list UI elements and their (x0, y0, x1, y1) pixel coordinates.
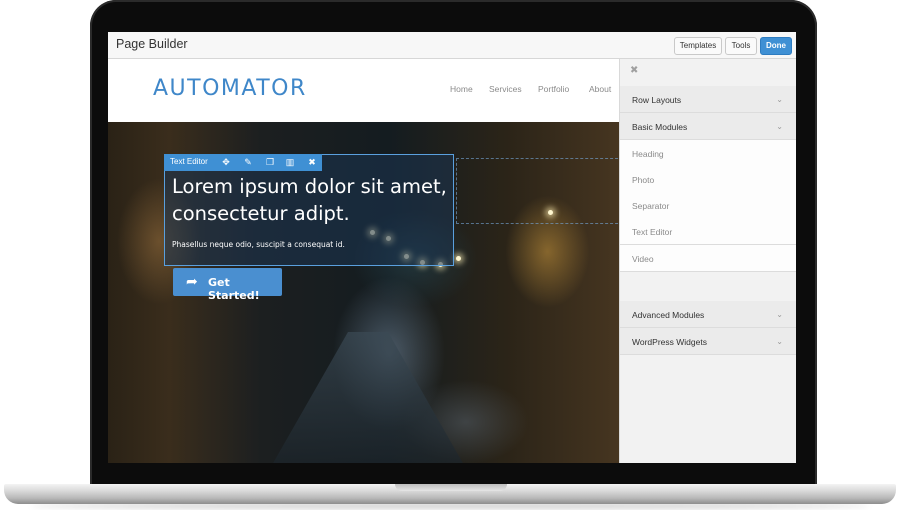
chevron-down-icon: ⌄ (776, 95, 783, 104)
nav-services[interactable]: Services (489, 84, 522, 94)
close-icon[interactable]: ✖ (306, 156, 318, 168)
wrench-icon[interactable]: ✎ (242, 156, 254, 168)
nav-home[interactable]: Home (450, 84, 473, 94)
module-label: Text Editor (170, 157, 208, 166)
site-logo[interactable]: AUTOMATOR (153, 76, 307, 101)
hero-headline: Lorem ipsum dolor sit amet, consectetur … (172, 175, 447, 225)
panel-close-icon[interactable]: ✖ (630, 65, 638, 76)
module-toolbar: Text Editor ✥ ✎ ❐ ▥ ✖ (164, 154, 322, 171)
page-preview: AUTOMATOR Home Services Portfolio About … (108, 59, 619, 463)
laptop-notch (395, 484, 507, 491)
share-arrow-icon: ➦ (186, 273, 198, 289)
duplicate-icon[interactable]: ❐ (264, 156, 276, 168)
section-wordpress-widgets[interactable]: WordPress Widgets ⌄ (620, 328, 796, 355)
module-item-heading[interactable]: Heading (620, 140, 796, 167)
cta-label: Get Started! (208, 276, 260, 302)
hero-subline: Phasellus neque odio, suscipit a consequ… (172, 240, 345, 249)
module-item-text-editor[interactable]: Text Editor (620, 218, 796, 245)
module-drop-outline (456, 158, 619, 224)
templates-button[interactable]: Templates (674, 37, 722, 55)
builder-title: Page Builder (116, 37, 188, 51)
chevron-down-icon: ⌄ (776, 337, 783, 346)
laptop-screen: Page Builder Templates Tools Done AUTOMA… (108, 32, 796, 463)
modules-panel: ✖ Row Layouts ⌄ Basic Modules ⌄ Heading … (619, 59, 796, 463)
tools-button[interactable]: Tools (725, 37, 757, 55)
nav-about[interactable]: About (589, 84, 611, 94)
street-lamp (456, 256, 461, 261)
get-started-button[interactable]: ➦ Get Started! (173, 268, 282, 302)
move-icon[interactable]: ✥ (220, 156, 232, 168)
done-button[interactable]: Done (760, 37, 792, 55)
chevron-down-icon: ⌄ (776, 122, 783, 131)
module-item-separator[interactable]: Separator (620, 192, 796, 219)
site-header: AUTOMATOR Home Services Portfolio About (108, 59, 619, 122)
section-basic-modules[interactable]: Basic Modules ⌄ (620, 113, 796, 140)
section-advanced-modules[interactable]: Advanced Modules ⌄ (620, 301, 796, 328)
nav-portfolio[interactable]: Portfolio (538, 84, 569, 94)
builder-toolbar: Page Builder Templates Tools Done (108, 32, 796, 59)
street-road (268, 332, 468, 463)
chevron-down-icon: ⌄ (776, 310, 783, 319)
columns-icon[interactable]: ▥ (284, 156, 296, 168)
section-row-layouts[interactable]: Row Layouts ⌄ (620, 86, 796, 113)
module-item-photo[interactable]: Photo (620, 166, 796, 193)
module-item-video[interactable]: Video (620, 245, 796, 272)
